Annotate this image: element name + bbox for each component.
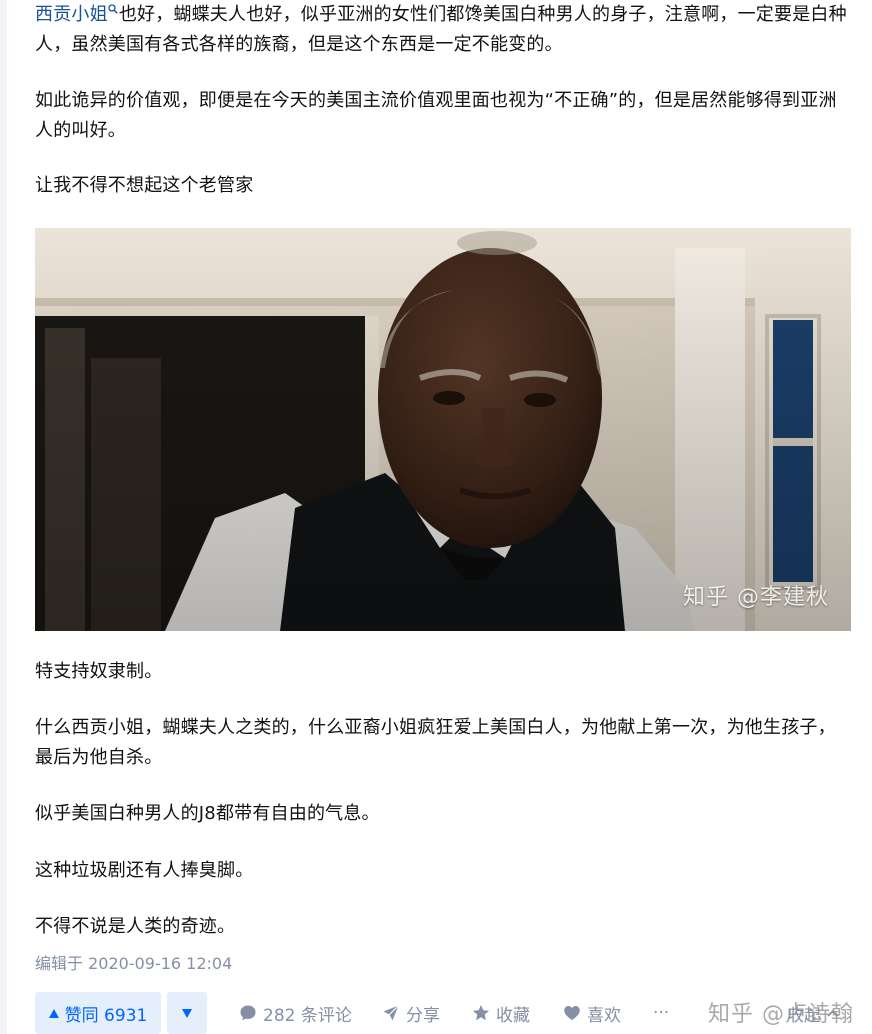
left-rule — [0, 0, 7, 1034]
photo-illustration — [35, 228, 851, 631]
paragraph-5: 什么西贡小姐，蝴蝶夫人之类的，什么亚裔小姐疯狂爱上美国白人，为他献上第一次，为他… — [35, 717, 836, 768]
upvote-label: 赞同 6931 — [64, 1005, 148, 1026]
paragraph-7: 这种垃圾剧还有人捧臭脚。 — [35, 860, 254, 881]
paragraph-6: 似乎美国白种男人的J8都带有自由的气息。 — [35, 803, 380, 824]
share-plane-icon — [383, 1005, 399, 1021]
upvote-button[interactable]: 赞同 6931 — [35, 992, 161, 1034]
like-label: 喜欢 — [587, 1005, 621, 1026]
downvote-button[interactable] — [167, 992, 207, 1034]
triangle-down-icon — [182, 1008, 192, 1018]
triangle-up-icon — [48, 1008, 59, 1018]
paragraph-2: 如此诡异的价值观，即便是在今天的美国主流价值观里面也视为“不正确”的，但是居然能… — [35, 90, 837, 141]
collect-label: 收藏 — [496, 1005, 530, 1026]
star-icon — [473, 1005, 489, 1021]
comment-count: 282 条评论 — [263, 1005, 352, 1026]
share-label: 分享 — [406, 1005, 440, 1026]
search-icon — [108, 4, 118, 14]
comment-button[interactable]: 282 条评论 — [239, 992, 352, 1034]
more-button[interactable]: ··· — [653, 992, 669, 1034]
page-watermark: 知乎 @卢诗翰 — [708, 1002, 854, 1027]
paragraph-1-text: 也好，蝴蝶夫人也好，似乎亚洲的女性们都馋美国白种男人的身子，注意啊，一定要是白种… — [35, 4, 847, 55]
heart-icon — [564, 1006, 580, 1020]
paragraph-8: 不得不说是人类的奇迹。 — [35, 916, 236, 937]
paragraph-3: 让我不得不想起这个老管家 — [35, 175, 254, 196]
link-xigong-xiaojie[interactable]: 西贡小姐 — [35, 4, 108, 25]
image-watermark: 知乎 @李建秋 — [683, 585, 829, 610]
paragraph-1: 西贡小姐 也好，蝴蝶夫人也好，似乎亚洲的女性们都馋美国白种男人的身子，注意啊，一定… — [35, 0, 850, 60]
comment-bubble-icon — [240, 1005, 256, 1021]
share-button[interactable]: 分享 — [382, 992, 440, 1034]
collect-button[interactable]: 收藏 — [472, 992, 530, 1034]
article-image[interactable]: 知乎 @李建秋 — [35, 228, 851, 631]
edit-time: 编辑于 2020-09-16 12:04 — [35, 954, 233, 973]
like-button[interactable]: 喜欢 — [563, 992, 621, 1034]
paragraph-4: 特支持奴隶制。 — [35, 661, 163, 682]
more-dots: ··· — [653, 1003, 670, 1023]
